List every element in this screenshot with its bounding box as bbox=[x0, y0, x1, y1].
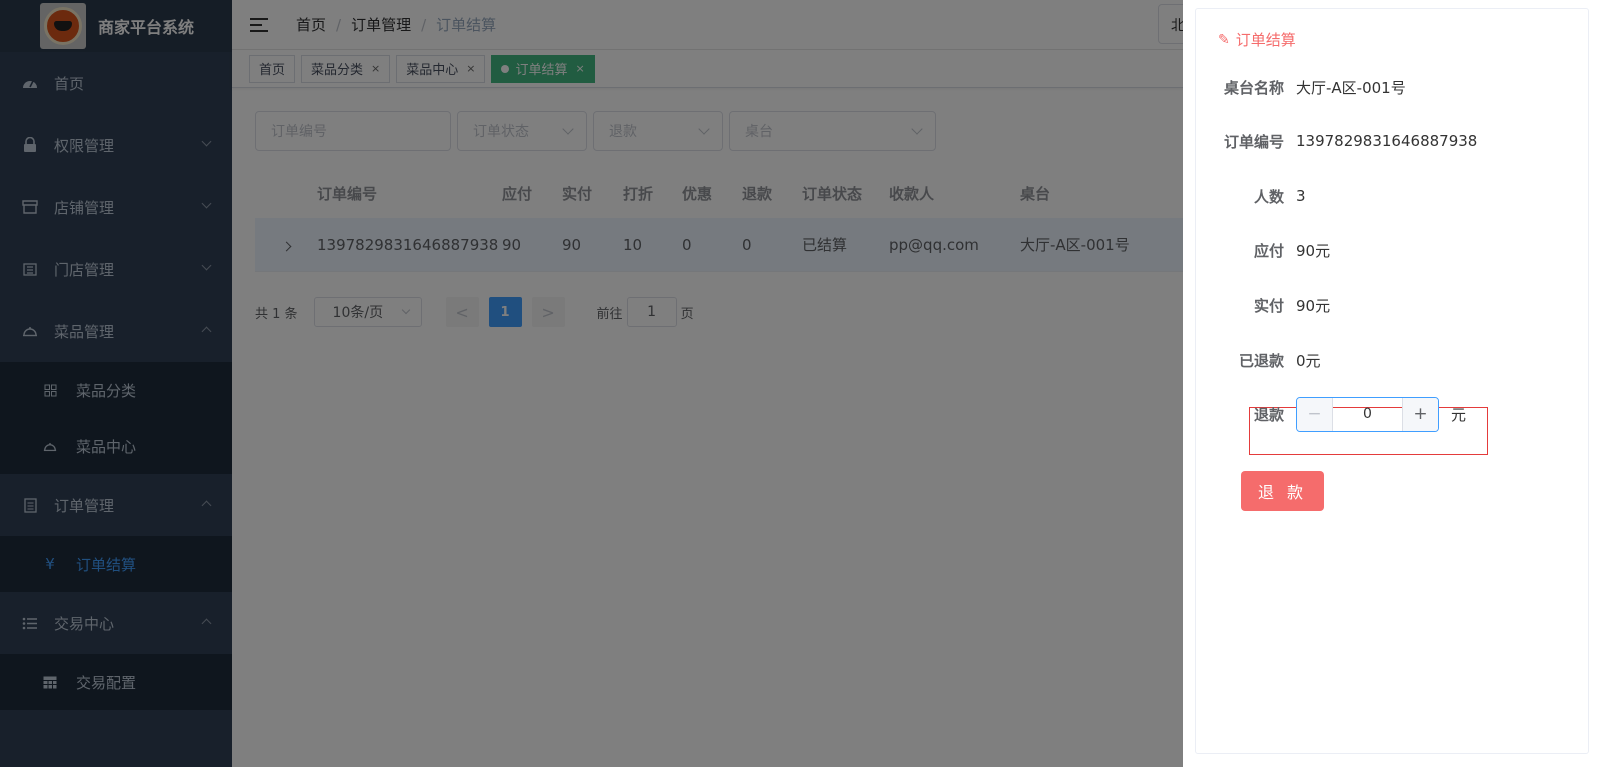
form-label: 桌台名称 bbox=[1223, 78, 1284, 97]
minus-icon[interactable]: − bbox=[1297, 397, 1333, 431]
form-label: 订单编号 bbox=[1223, 132, 1284, 151]
form-value: 0元 bbox=[1296, 351, 1321, 370]
form-label: 已退款 bbox=[1238, 351, 1284, 370]
form-row-table-name: 桌台名称 大厅-A区-001号 bbox=[1218, 67, 1406, 107]
form-value: 大厅-A区-001号 bbox=[1296, 78, 1406, 97]
settlement-card: ✎ 订单结算 桌台名称 大厅-A区-001号 订单编号 139782983164… bbox=[1195, 8, 1589, 754]
form-row-payable: 应付 90元 bbox=[1218, 230, 1330, 270]
plus-icon[interactable]: + bbox=[1402, 397, 1438, 431]
form-row-order-no: 订单编号 1397829831646887938 bbox=[1218, 121, 1477, 161]
form-value: 3 bbox=[1296, 187, 1306, 205]
settlement-drawer: ✎ 订单结算 桌台名称 大厅-A区-001号 订单编号 139782983164… bbox=[1183, 0, 1599, 767]
form-label: 人数 bbox=[1253, 187, 1284, 206]
form-row-people: 人数 3 bbox=[1218, 176, 1306, 216]
form-row-refund: 退款 − 0 + 元 bbox=[1218, 394, 1466, 434]
form-row-paid: 实付 90元 bbox=[1218, 285, 1330, 325]
edit-icon: ✎ bbox=[1218, 31, 1230, 48]
form-label: 应付 bbox=[1253, 241, 1284, 260]
drawer-title-text: 订单结算 bbox=[1235, 31, 1296, 49]
form-value: 1397829831646887938 bbox=[1296, 132, 1478, 150]
refund-button[interactable]: 退 款 bbox=[1241, 471, 1324, 511]
refund-amount-stepper[interactable]: − 0 + bbox=[1296, 396, 1439, 432]
form-label: 退款 bbox=[1253, 405, 1284, 424]
form-row-refunded: 已退款 0元 bbox=[1218, 340, 1321, 380]
form-label: 实付 bbox=[1253, 296, 1284, 315]
form-value: 90元 bbox=[1296, 296, 1331, 315]
drawer-title: ✎ 订单结算 bbox=[1218, 29, 1296, 50]
refund-unit: 元 bbox=[1451, 405, 1467, 424]
refund-amount-input[interactable]: 0 bbox=[1333, 398, 1402, 431]
form-value: 90元 bbox=[1296, 241, 1331, 260]
